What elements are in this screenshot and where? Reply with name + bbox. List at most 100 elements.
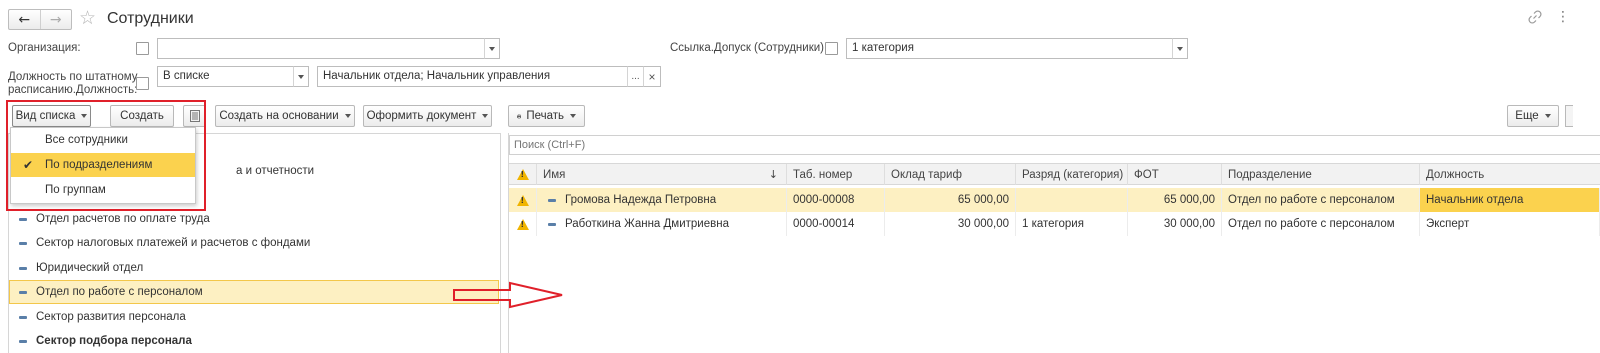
organization-dropdown-button[interactable] [484, 38, 500, 59]
table-row[interactable]: Громова Надежда Петровна 0000-00008 65 000… [509, 188, 1600, 212]
department-icon [19, 315, 27, 319]
access-checkbox[interactable] [825, 42, 838, 55]
warning-cell[interactable] [509, 188, 537, 212]
cell-salary[interactable]: 30 000,00 [885, 212, 1016, 236]
position-condition-dropdown-button[interactable] [293, 66, 309, 87]
column-header-tab-number[interactable]: Таб. номер [787, 164, 885, 185]
cell-name[interactable]: Громова Надежда Петровна [537, 188, 787, 212]
toolbar-edge-button[interactable] [1565, 105, 1573, 127]
cell-grade[interactable] [1016, 188, 1128, 212]
tree-item-label: Сектор налоговых платежей и расчетов с ф… [36, 237, 311, 249]
position-select-button[interactable]: ... [627, 66, 644, 87]
make-document-label: Оформить документ [366, 110, 477, 122]
tree-item[interactable]: Юридический отдел [10, 256, 499, 280]
warning-column-header[interactable] [509, 164, 537, 185]
tree-item-label: Отдел по работе с персоналом [36, 286, 203, 298]
menu-item-label: По подразделениям [45, 159, 153, 171]
position-value-field[interactable]: Начальник отдела; Начальник управления [317, 66, 628, 87]
column-header-label: Имя [543, 168, 566, 181]
chevron-down-icon [489, 46, 495, 51]
highlight-arrow [453, 281, 563, 309]
employee-icon [548, 198, 556, 202]
table-row[interactable]: Работкина Жанна Дмитриевна 0000-00014 30 0… [509, 212, 1600, 236]
chevron-down-icon [298, 74, 304, 79]
back-arrow-icon[interactable]: ← [9, 10, 41, 29]
chevron-down-icon [1544, 114, 1551, 118]
menu-item-label: По группам [45, 184, 106, 196]
tree-item[interactable]: Сектор налоговых платежей и расчетов с ф… [10, 231, 499, 255]
tree-item[interactable]: Сектор подбора персонала [10, 329, 499, 353]
column-header-department[interactable]: Подразделение [1222, 164, 1420, 185]
position-label-line1: Должность по штатному [8, 71, 138, 83]
cell-text: 0000-00014 [793, 218, 855, 230]
cell-text: 30 000,00 [957, 218, 1009, 230]
cell-text: 65 000,00 [957, 194, 1009, 206]
access-dropdown-button[interactable] [1172, 38, 1188, 59]
more-vertical-icon[interactable]: ⋮ [1556, 9, 1570, 25]
print-label: Печать [526, 110, 564, 122]
more-button[interactable]: Еще [1507, 105, 1559, 127]
cell-dept[interactable]: Отдел по работе с персоналом [1222, 188, 1420, 212]
access-field[interactable]: 1 категория [846, 38, 1173, 59]
forward-arrow-icon[interactable]: → [41, 10, 72, 29]
column-header-grade[interactable]: Разряд (категория) [1016, 164, 1128, 185]
position-checkbox[interactable] [136, 77, 149, 90]
link-icon[interactable] [1528, 10, 1542, 24]
organization-field[interactable] [157, 38, 485, 59]
print-button[interactable]: Печать [508, 105, 585, 127]
cell-position[interactable]: Начальник отдела [1420, 188, 1600, 212]
chevron-down-icon [1177, 46, 1183, 51]
create-based-on-button[interactable]: Создать на основании [215, 105, 355, 127]
make-document-button[interactable]: Оформить документ [363, 105, 492, 127]
cell-text: 30 000,00 [1163, 218, 1215, 230]
cell-salary[interactable]: 65 000,00 [885, 188, 1016, 212]
cell-text: Начальник отдела [1426, 194, 1524, 206]
search-input[interactable] [509, 135, 1600, 155]
sort-down-icon: ↓ [768, 168, 778, 181]
chevron-down-icon [570, 114, 576, 118]
tree-item-label: Юридический отдел [36, 262, 144, 274]
menu-item[interactable]: По группам [11, 178, 195, 202]
warning-icon [516, 218, 529, 230]
tree-item-label: Сектор подбора персонала [36, 335, 192, 347]
cell-dept[interactable]: Отдел по работе с персоналом [1222, 212, 1420, 236]
cell-fot[interactable]: 65 000,00 [1128, 188, 1222, 212]
column-header-position[interactable]: Должность [1420, 164, 1600, 185]
cell-name[interactable]: Работкина Жанна Дмитриевна [537, 212, 787, 236]
cell-tab[interactable]: 0000-00014 [787, 212, 885, 236]
column-header-fot[interactable]: ФОТ [1128, 164, 1222, 185]
organization-checkbox[interactable] [136, 42, 149, 55]
chevron-down-icon [344, 114, 351, 118]
cell-fot[interactable]: 30 000,00 [1128, 212, 1222, 236]
cell-text: 1 категория [1022, 218, 1084, 230]
more-label: Еще [1515, 110, 1539, 122]
cell-grade[interactable]: 1 категория [1016, 212, 1128, 236]
access-label: Ссылка.Допуск (Сотрудники): [670, 42, 828, 54]
cell-text: Работкина Жанна Дмитриевна [565, 218, 729, 230]
column-header-name[interactable]: Имя ↓ [537, 164, 787, 185]
nav-buttons: ← → [8, 9, 72, 30]
position-condition-field[interactable]: В списке [157, 66, 294, 87]
favorite-star-icon[interactable]: ☆ [79, 7, 96, 29]
chevron-down-icon [482, 114, 489, 118]
tree-item[interactable]: Отдел по работе с персоналом [9, 280, 499, 304]
cell-tab[interactable]: 0000-00008 [787, 188, 885, 212]
column-header-salary[interactable]: Оклад тариф [885, 164, 1016, 185]
cell-position[interactable]: Эксперт [1420, 212, 1600, 236]
department-icon [19, 217, 27, 221]
cell-text: Отдел по работе с персоналом [1228, 218, 1395, 230]
cell-text: Громова Надежда Петровна [565, 194, 717, 206]
menu-item[interactable]: Все сотрудники [11, 128, 195, 152]
position-clear-button[interactable]: × [643, 66, 661, 87]
warning-icon [516, 194, 529, 206]
warning-icon [516, 169, 529, 180]
printer-icon [517, 114, 522, 118]
warning-cell[interactable] [509, 212, 537, 236]
tree-item[interactable]: Сектор развития персонала [10, 305, 499, 329]
menu-item-label: Все сотрудники [45, 134, 128, 146]
tree-item-label: а и отчетности [236, 165, 315, 177]
department-icon [19, 266, 27, 270]
organization-label: Организация: [8, 42, 81, 54]
cell-text: Эксперт [1426, 218, 1470, 230]
menu-item[interactable]: ✔ По подразделениям [11, 153, 195, 177]
